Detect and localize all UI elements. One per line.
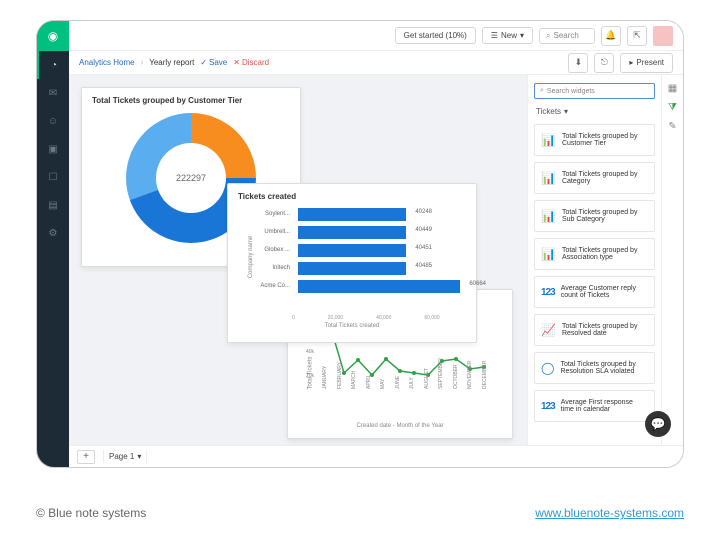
download-icon[interactable]: ⬇ [568,53,588,73]
site-link[interactable]: www.bluenote-systems.com [535,506,684,520]
get-started-button[interactable]: Get started (10%) [395,27,476,44]
number-icon: 123 [541,401,555,412]
new-button[interactable]: ☰ New ▾ [482,27,533,44]
bar-chart-icon: 📊 [541,171,556,185]
chevron-down-icon: ▾ [564,107,568,116]
bar-title: Tickets created [228,184,476,205]
bag-icon[interactable]: ☐ [37,163,69,191]
bar-chart-card[interactable]: Tickets created Company name Soylent...4… [227,183,477,343]
mail-icon[interactable]: ✉ [37,79,69,107]
save-button[interactable]: ✓ Save [200,58,227,67]
discard-button[interactable]: ✕ Discard [233,58,269,67]
dashboard-icon[interactable]: ◔ [37,51,69,79]
panel-tools: ▦ ⧩ ✎ [661,75,683,445]
widget-item[interactable]: ◯Total Tickets grouped by Resolution SLA… [534,352,655,384]
breadcrumb-current: Yearly report [149,58,194,67]
bar-chart: Soylent...40248 Umbrell...40449 Globex .… [228,205,476,315]
widget-item[interactable]: 📈Total Tickets grouped by Resolved date [534,314,655,346]
bell-icon[interactable]: 🔔 [601,26,621,46]
user-avatar[interactable] [653,26,673,46]
layout-icon[interactable]: ▦ [668,83,677,94]
search-icon: ⌕ [540,87,544,95]
breadcrumb-home[interactable]: Analytics Home [79,58,135,67]
widget-item[interactable]: 📊Total Tickets grouped by Category [534,162,655,194]
share-icon[interactable]: ⎋ [594,53,614,73]
widget-item[interactable]: 📊Total Tickets grouped by Sub Category [534,200,655,232]
line-xticks: JANUARYFEBRUARYMARCH APRILMAYJUNE JULYAU… [288,389,512,409]
ring-chart-icon: ◯ [541,361,554,375]
chevron-icon: › [141,58,144,67]
add-page-button[interactable]: + [77,450,95,464]
breadcrumb-bar: Analytics Home › Yearly report ✓ Save ✕ … [69,51,683,75]
grid-icon[interactable]: ▤ [37,191,69,219]
chat-fab[interactable]: 💬 [645,411,671,437]
app-frame: ◉ ◔ ✉ ☺ ▣ ☐ ▤ ⚙ Get started (10%) ☰ New … [36,20,684,468]
bar-chart-icon: 📊 [541,133,556,147]
widget-panel: ⌕Search widgets Tickets ▾ 📊Total Tickets… [527,75,683,445]
chevron-down-icon: ▾ [137,452,141,461]
filter-icon[interactable]: ⧩ [668,102,677,113]
widget-category[interactable]: Tickets ▾ [534,105,655,118]
left-sidebar: ◉ ◔ ✉ ☺ ▣ ☐ ▤ ⚙ [37,21,69,468]
bar-chart-icon: 📊 [541,209,556,223]
open-icon[interactable]: ⇱ [627,26,647,46]
widget-item[interactable]: 📊Total Tickets grouped by Customer Tier [534,124,655,156]
top-bar: Get started (10%) ☰ New ▾ ⌕Search 🔔 ⇱ [69,21,683,51]
line-chart-icon: 📈 [541,323,556,337]
global-search[interactable]: ⌕Search [539,28,595,44]
copyright: © Blue note systems [36,506,146,520]
widget-item[interactable]: 📊Total Tickets grouped by Association ty… [534,238,655,270]
bar-ylabel: Company name [248,236,254,278]
bar-chart-icon: 📊 [541,247,556,261]
number-icon: 123 [541,287,555,298]
present-button[interactable]: ▸ Present [620,53,673,73]
contacts-icon[interactable]: ☺ [37,107,69,135]
widget-item[interactable]: 123Average First response time in calend… [534,390,655,422]
settings-icon[interactable]: ⚙ [37,219,69,247]
donut-title: Total Tickets grouped by Customer Tier [82,88,300,109]
style-icon[interactable]: ✎ [668,121,676,132]
widget-item[interactable]: 123Average Customer reply count of Ticke… [534,276,655,308]
brand-logo[interactable]: ◉ [37,21,69,51]
report-canvas[interactable]: Total Tickets grouped by Customer Tier T… [69,75,527,445]
svg-text:40k: 40k [306,349,315,355]
book-icon[interactable]: ▣ [37,135,69,163]
page-tabs: + Page 1 ▾ [69,445,683,467]
search-icon: ⌕ [546,31,550,41]
widget-search[interactable]: ⌕Search widgets [534,83,655,99]
page-tab-1[interactable]: Page 1 ▾ [103,450,147,463]
